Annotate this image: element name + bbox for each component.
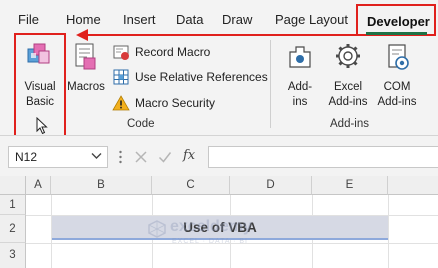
title-cell-text: Use of VBA bbox=[183, 220, 257, 235]
excel-add-ins-gear-icon bbox=[336, 44, 360, 68]
mouse-pointer-icon bbox=[36, 117, 48, 135]
formula-buttons: fx bbox=[128, 146, 204, 168]
add-ins-icon bbox=[289, 46, 311, 68]
macro-security-button[interactable]: Macro Security bbox=[112, 93, 215, 113]
add-ins-button[interactable]: Add- ins bbox=[284, 80, 316, 110]
drag-handle-icon[interactable] bbox=[119, 148, 122, 166]
enter-check-icon[interactable] bbox=[158, 150, 172, 164]
tab-developer[interactable]: Developer bbox=[356, 4, 436, 36]
formula-bar: N12 fx bbox=[0, 136, 438, 176]
group-separator bbox=[270, 40, 271, 128]
use-relative-references-button[interactable]: Use Relative References bbox=[112, 67, 268, 87]
select-all-corner[interactable] bbox=[0, 176, 26, 195]
tab-draw[interactable]: Draw bbox=[222, 12, 252, 27]
column-header-f[interactable] bbox=[388, 176, 438, 195]
tab-page-layout[interactable]: Page Layout bbox=[275, 12, 348, 27]
column-header-e[interactable]: E bbox=[312, 176, 388, 195]
name-box-value: N12 bbox=[15, 150, 38, 164]
annotation-arrow-head-icon bbox=[76, 29, 88, 41]
add-ins-group-label: Add-ins bbox=[330, 118, 369, 130]
macro-security-label: Macro Security bbox=[135, 96, 216, 110]
visual-basic-icon bbox=[27, 43, 50, 64]
gridline bbox=[26, 243, 438, 244]
record-macro-label: Record Macro bbox=[135, 45, 211, 59]
annotation-arrow-line bbox=[86, 34, 356, 36]
column-header-b[interactable]: B bbox=[51, 176, 152, 195]
insert-function-button[interactable]: fx bbox=[183, 148, 195, 163]
title-cell-b2[interactable]: Use of VBA bbox=[52, 216, 388, 240]
active-tab-underline bbox=[366, 32, 427, 35]
com-add-ins-button[interactable]: COM Add-ins bbox=[375, 80, 419, 110]
formula-input[interactable] bbox=[208, 146, 438, 168]
name-box[interactable]: N12 bbox=[8, 146, 108, 168]
tab-developer-label: Developer bbox=[367, 14, 430, 29]
code-group-label: Code bbox=[127, 118, 155, 130]
menu-bar: File Home Insert Data Draw Page Layout D… bbox=[0, 0, 438, 36]
tab-file[interactable]: File bbox=[18, 12, 39, 27]
macros-icon bbox=[75, 43, 96, 70]
column-header-d[interactable]: D bbox=[230, 176, 312, 195]
row-header-3[interactable]: 3 bbox=[0, 243, 26, 268]
cancel-icon[interactable] bbox=[134, 150, 148, 164]
chevron-down-icon[interactable] bbox=[91, 152, 102, 160]
column-header-c[interactable]: C bbox=[152, 176, 230, 195]
visual-basic-label: Visual Basic bbox=[24, 81, 56, 108]
tab-data[interactable]: Data bbox=[176, 12, 203, 27]
row-header-1[interactable]: 1 bbox=[0, 195, 26, 215]
warning-icon bbox=[112, 94, 130, 112]
gridline bbox=[388, 195, 389, 268]
worksheet-grid: A B C D E 1 2 3 Use of VBA exceldemy EXC… bbox=[0, 176, 438, 268]
excel-add-ins-button[interactable]: Excel Add-ins bbox=[326, 80, 370, 110]
record-macro-icon bbox=[112, 43, 130, 61]
com-add-ins-icon bbox=[388, 44, 409, 70]
relative-references-icon bbox=[112, 68, 130, 86]
tab-insert[interactable]: Insert bbox=[123, 12, 156, 27]
relative-references-label: Use Relative References bbox=[135, 70, 268, 84]
record-macro-button[interactable]: Record Macro bbox=[112, 42, 210, 62]
macros-button[interactable]: Macros bbox=[66, 80, 106, 95]
row-header-2[interactable]: 2 bbox=[0, 215, 26, 243]
column-header-a[interactable]: A bbox=[26, 176, 51, 195]
tab-home[interactable]: Home bbox=[66, 12, 101, 27]
